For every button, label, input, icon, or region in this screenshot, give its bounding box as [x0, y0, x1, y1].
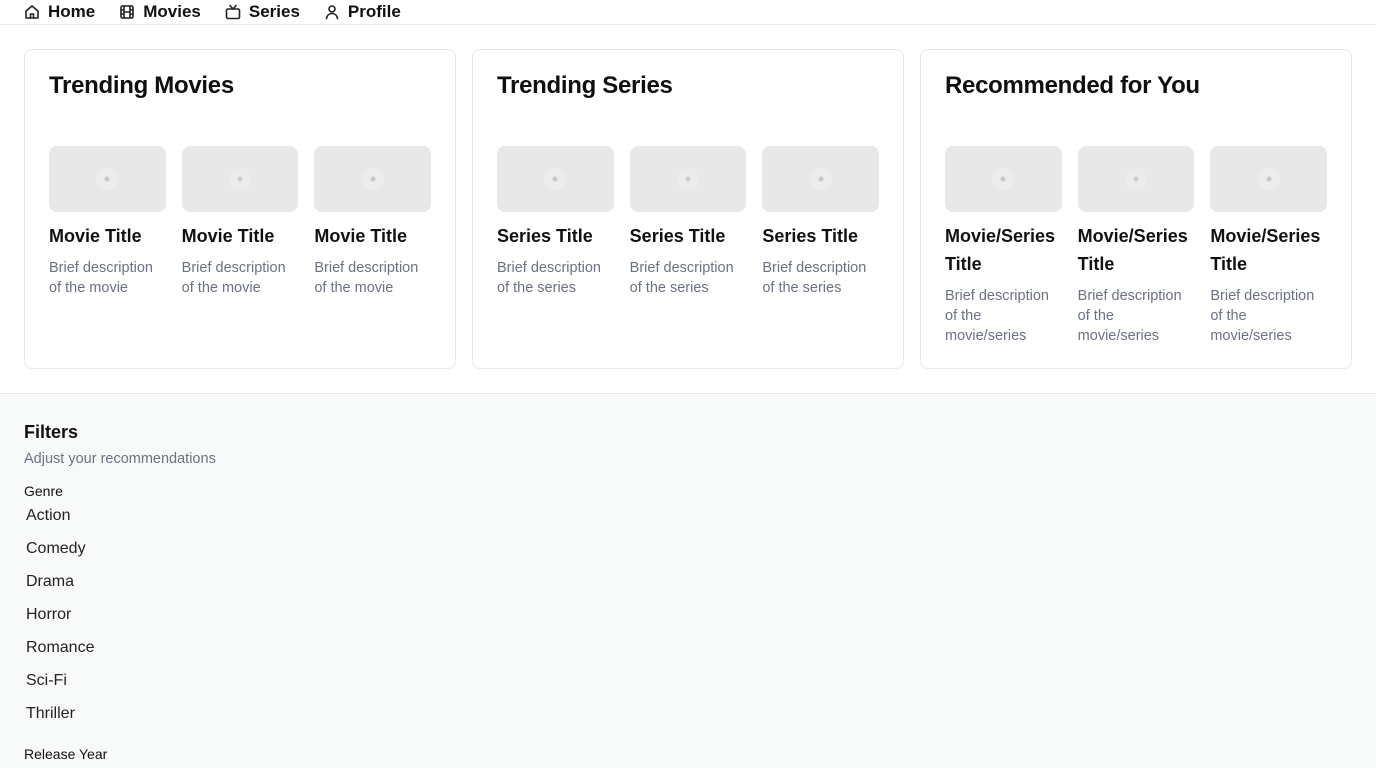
- nav-home[interactable]: Home: [24, 0, 95, 24]
- media-item[interactable]: Series Title Brief description of the se…: [629, 146, 747, 298]
- media-description: Brief description of the series: [629, 260, 734, 296]
- top-navigation: Home Movies Series Profile: [0, 0, 1376, 25]
- media-item[interactable]: Movie/Series Title Brief description of …: [945, 146, 1062, 346]
- media-description: Brief description of the movie: [314, 260, 419, 296]
- image-placeholder-icon: [544, 168, 567, 190]
- section-title: Trending Movies: [49, 72, 234, 99]
- media-item[interactable]: Movie Title Brief description of the mov…: [49, 146, 166, 298]
- image-placeholder-icon: [1125, 168, 1147, 190]
- thumbnail-placeholder: [181, 146, 299, 212]
- filters-subtitle: Adjust your recommendations: [24, 451, 216, 467]
- media-description: Brief description of the movie/series: [1077, 288, 1182, 344]
- genre-option-drama[interactable]: Drama: [24, 571, 1352, 604]
- genre-label: Genre: [24, 483, 63, 499]
- image-placeholder-icon: [96, 168, 119, 190]
- media-title: Movie/Series Title: [945, 226, 1056, 274]
- section-title: Recommended for You: [945, 72, 1200, 99]
- nav-series[interactable]: Series: [225, 0, 300, 24]
- thumbnail-placeholder: [1077, 146, 1195, 212]
- filters-panel: Filters Adjust your recommendations Genr…: [0, 394, 1376, 768]
- media-item[interactable]: Series Title Brief description of the se…: [762, 146, 880, 298]
- item-list: Series Title Brief description of the se…: [497, 146, 880, 298]
- release-year-label: Release Year: [24, 746, 108, 762]
- image-placeholder-icon: [1257, 168, 1280, 190]
- media-title: Movie Title: [181, 226, 275, 246]
- image-placeholder-icon: [809, 168, 832, 190]
- nav-movies-label: Movies: [143, 2, 201, 21]
- image-placeholder-icon: [229, 168, 251, 190]
- trending-series-card: Trending Series Series Title Brief descr…: [472, 49, 904, 369]
- thumbnail-placeholder: [314, 146, 432, 212]
- thumbnail-placeholder: [629, 146, 747, 212]
- user-icon: [325, 5, 339, 20]
- item-list: Movie/Series Title Brief description of …: [945, 146, 1328, 346]
- image-placeholder-icon: [992, 168, 1015, 190]
- nav-profile[interactable]: Profile: [324, 0, 401, 24]
- media-description: Brief description of the movie: [49, 260, 153, 296]
- media-item[interactable]: Series Title Brief description of the se…: [497, 146, 614, 298]
- image-placeholder-icon: [361, 168, 384, 190]
- media-item[interactable]: Movie Title Brief description of the mov…: [314, 146, 432, 298]
- media-description: Brief description of the series: [497, 260, 601, 296]
- item-list: Movie Title Brief description of the mov…: [49, 146, 432, 298]
- image-placeholder-icon: [677, 168, 699, 190]
- thumbnail-placeholder: [1210, 146, 1328, 212]
- filters-title: Filters: [24, 422, 79, 442]
- home-icon: [25, 5, 39, 19]
- genre-option-action[interactable]: Action: [24, 505, 1352, 538]
- tv-icon: [225, 4, 241, 20]
- thumbnail-placeholder: [762, 146, 880, 212]
- nav-movies[interactable]: Movies: [119, 0, 201, 24]
- film-icon: [120, 5, 135, 19]
- media-description: Brief description of the movie/series: [1210, 288, 1315, 344]
- media-title: Series Title: [629, 226, 726, 246]
- media-item[interactable]: Movie Title Brief description of the mov…: [181, 146, 299, 298]
- genre-option-thriller[interactable]: Thriller: [24, 703, 1352, 736]
- genre-option-comedy[interactable]: Comedy: [24, 538, 1352, 571]
- media-title: Series Title: [762, 226, 859, 246]
- content-sections: Trending Movies Movie Title Brief descri…: [0, 25, 1376, 394]
- genre-option-horror[interactable]: Horror: [24, 604, 1352, 637]
- thumbnail-placeholder: [49, 146, 166, 212]
- thumbnail-placeholder: [945, 146, 1062, 212]
- media-title: Movie Title: [314, 226, 408, 246]
- nav-profile-label: Profile: [347, 2, 401, 21]
- genre-list: Action Comedy Drama Horror Romance Sci-F…: [24, 505, 1352, 736]
- media-title: Movie Title: [49, 226, 142, 246]
- section-title: Trending Series: [497, 72, 673, 99]
- genre-option-sci-fi[interactable]: Sci-Fi: [24, 670, 1352, 703]
- thumbnail-placeholder: [497, 146, 614, 212]
- media-title: Movie/Series Title: [1210, 226, 1321, 274]
- nav-series-label: Series: [248, 2, 300, 21]
- media-item[interactable]: Movie/Series Title Brief description of …: [1077, 146, 1195, 346]
- trending-movies-card: Trending Movies Movie Title Brief descri…: [24, 49, 456, 369]
- media-description: Brief description of the series: [762, 260, 867, 296]
- genre-option-romance[interactable]: Romance: [24, 637, 1352, 670]
- media-title: Movie/Series Title: [1077, 226, 1188, 274]
- media-description: Brief description of the movie: [181, 260, 286, 296]
- media-item[interactable]: Movie/Series Title Brief description of …: [1210, 146, 1328, 346]
- media-title: Series Title: [497, 226, 593, 246]
- media-description: Brief description of the movie/series: [945, 288, 1049, 344]
- recommended-card: Recommended for You Movie/Series Title B…: [920, 49, 1352, 369]
- nav-home-label: Home: [48, 2, 96, 21]
